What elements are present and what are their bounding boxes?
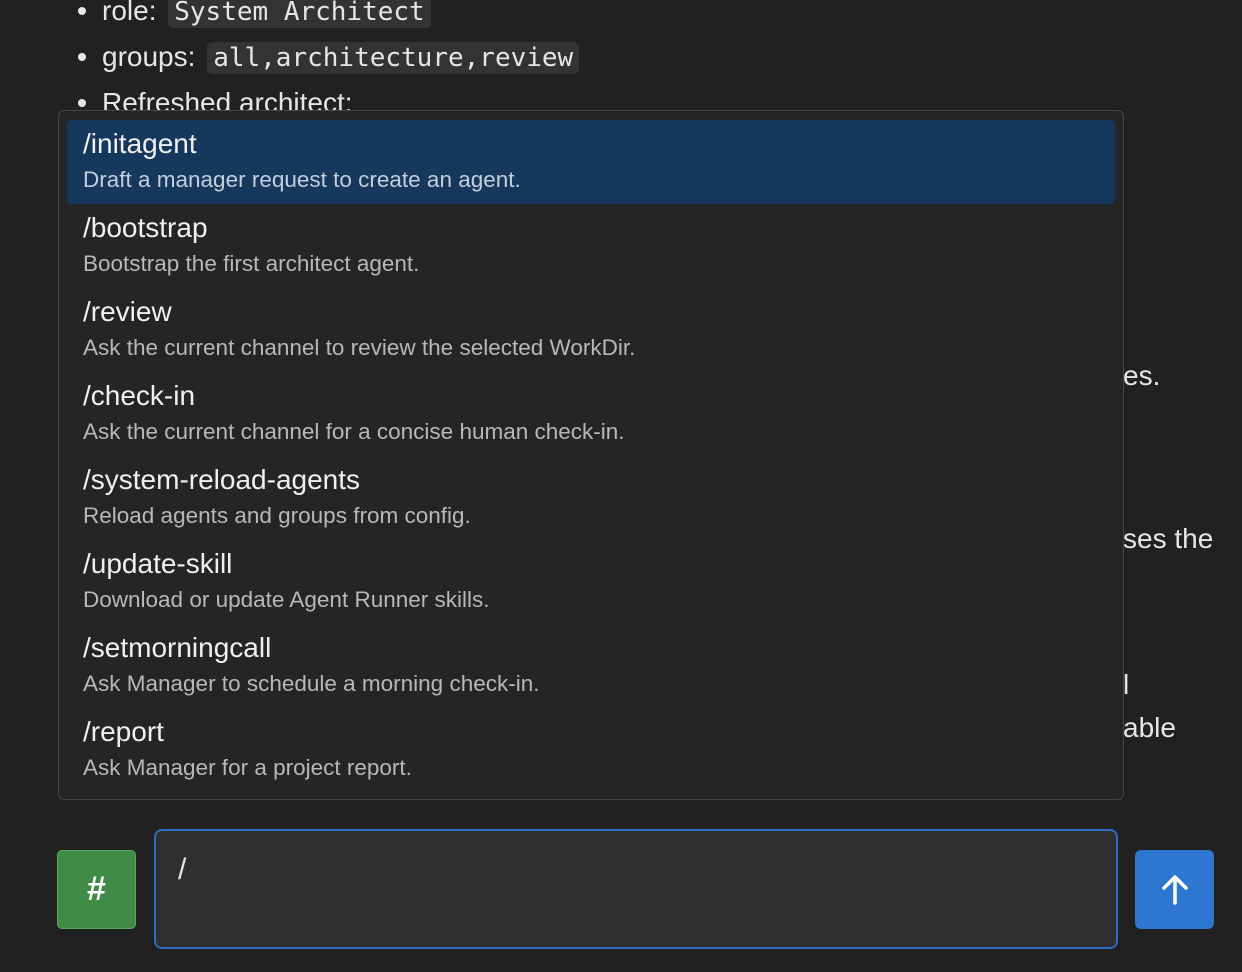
bullet-label: role: [102,0,157,26]
message-bullet-list: role: System Architect groups: all,archi… [78,0,580,126]
hash-icon: # [87,870,106,908]
command-name: /check-in [83,380,196,411]
command-name: /update-skill [83,548,233,579]
send-button[interactable] [1135,850,1214,929]
inline-code: all,architecture,review [207,42,580,74]
command-item-review[interactable]: /review Ask the current channel to revie… [67,288,1115,372]
inline-code: System Architect [168,0,431,28]
command-item-update-skill[interactable]: /update-skill Download or update Agent R… [67,540,1115,624]
message-text-fragment: es. [1123,360,1161,391]
bullet-label: groups: [102,41,196,72]
command-name: /report [83,716,164,747]
command-name: /review [83,296,172,327]
command-description: Download or update Agent Runner skills. [83,587,490,612]
message-text-fragment: able [1123,712,1176,743]
arrow-up-icon [1161,874,1188,905]
command-description: Ask the current channel for a concise hu… [83,419,625,444]
list-item: groups: all,architecture,review [78,34,580,80]
command-description: Ask the current channel to review the se… [83,335,636,360]
command-description: Ask Manager for a project report. [83,755,412,780]
command-name: /bootstrap [83,212,208,243]
command-description: Bootstrap the first architect agent. [83,251,420,276]
list-item: role: System Architect [78,0,579,34]
command-description: Ask Manager to schedule a morning check-… [83,671,540,696]
command-name: /setmorningcall [83,632,272,663]
command-name: /system-reload-agents [83,464,361,495]
command-item-bootstrap[interactable]: /bootstrap Bootstrap the first architect… [67,204,1115,288]
command-item-check-in[interactable]: /check-in Ask the current channel for a … [67,372,1115,456]
channel-button[interactable]: # [57,850,136,929]
command-item-report[interactable]: /report Ask Manager for a project report… [67,708,1115,792]
message-input[interactable]: / [154,829,1118,949]
command-name: /initagent [83,128,197,159]
command-item-setmorningcall[interactable]: /setmorningcall Ask Manager to schedule … [67,624,1115,708]
command-description: Reload agents and groups from config. [83,503,471,528]
slash-command-menu: /initagent Draft a manager request to cr… [58,110,1124,800]
message-input-value: / [178,853,187,886]
command-item-system-reload-agents[interactable]: /system-reload-agents Reload agents and … [67,456,1115,540]
command-item-initagent[interactable]: /initagent Draft a manager request to cr… [67,120,1115,204]
message-text-fragment: ses the [1123,523,1214,554]
command-description: Draft a manager request to create an age… [83,167,521,192]
